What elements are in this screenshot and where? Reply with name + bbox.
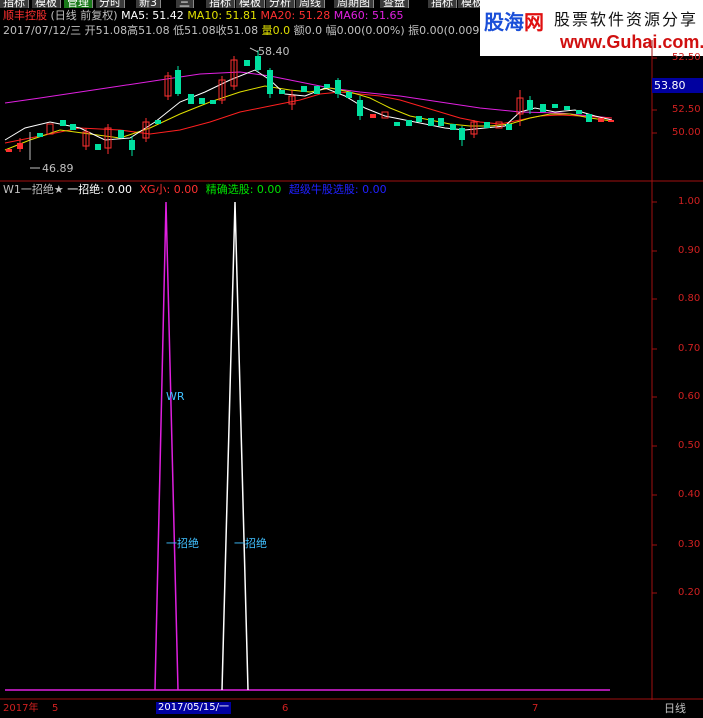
month-label: 5 xyxy=(52,703,59,714)
indicator-tick: 0.80 xyxy=(678,293,701,304)
indicator-tick: 0.50 xyxy=(678,440,701,451)
ma10-line xyxy=(4,85,613,151)
low-price-label: 46.89 xyxy=(42,162,74,175)
current-price-tag: 53.80 xyxy=(652,78,703,93)
price-tick: 52.50 xyxy=(672,52,701,63)
period-button[interactable]: 日线 xyxy=(664,702,686,715)
ma5-line xyxy=(4,69,613,141)
candlesticks xyxy=(6,50,614,160)
price-axis xyxy=(652,57,657,134)
indicator-tick: 0.20 xyxy=(678,587,701,598)
month-label: 7 xyxy=(532,703,539,714)
date-cursor: 2017/05/15/一 xyxy=(156,702,232,714)
niugu-value: 超级牛股选股: 0.00 xyxy=(288,183,387,196)
wr-label: WR xyxy=(166,390,185,403)
signal-label-2: 一招绝 xyxy=(234,537,267,550)
xg-value: XG小: 0.00 xyxy=(139,183,199,196)
indicator-header: W1一招绝★ 一招绝: 0.00 XG小: 0.00 精确选股: 0.00 超级… xyxy=(3,183,387,196)
indicator-tick: 0.40 xyxy=(678,489,701,500)
price-tick: 52.50 xyxy=(672,104,701,115)
signal-spike-2 xyxy=(221,201,249,691)
indicator-tick: 0.90 xyxy=(678,245,701,256)
indicator-tick: 0.70 xyxy=(678,343,701,354)
indicator-tick: 1.00 xyxy=(678,196,701,207)
high-price-label: 58.40 xyxy=(258,45,290,58)
month-label: 6 xyxy=(282,703,289,714)
indicator-name[interactable]: W1一招绝★ xyxy=(3,183,64,196)
high-marker xyxy=(249,47,259,53)
price-tick: 50.00 xyxy=(672,127,701,138)
year-label: 2017年 xyxy=(3,703,39,714)
indicator-tick: 0.30 xyxy=(678,539,701,550)
indicator-axis xyxy=(652,201,657,594)
jingque-value: 精确选股: 0.00 xyxy=(205,183,282,196)
chart-canvas[interactable] xyxy=(0,0,703,700)
signal-label-1: 一招绝 xyxy=(166,537,199,550)
signal-spike-1 xyxy=(154,201,179,691)
time-axis: 2017年 5 2017/05/15/一 6 7 日线 xyxy=(0,700,703,718)
yizhaojue-value: 一招绝: 0.00 xyxy=(67,183,132,196)
indicator-tick: 0.60 xyxy=(678,391,701,402)
